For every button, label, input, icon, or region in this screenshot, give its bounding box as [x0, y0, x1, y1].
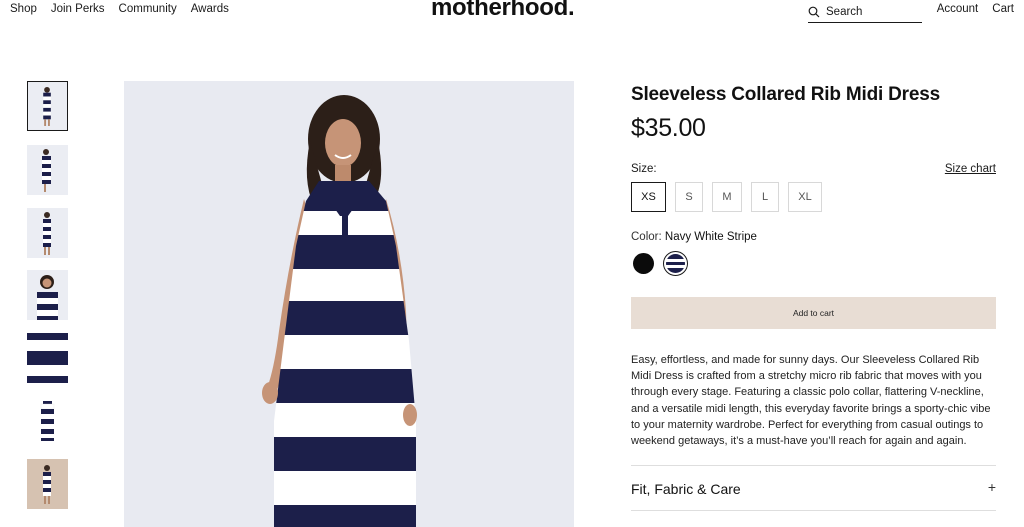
thumbnail-flat-lay[interactable] [27, 396, 68, 446]
color-swatches [631, 251, 688, 276]
site-header: Shop Join Perks Community Awards motherh… [0, 0, 1024, 24]
thumbnail-image [28, 82, 67, 130]
swatch-navy-white-stripe[interactable] [663, 251, 688, 276]
main-product-image[interactable] [124, 81, 574, 527]
thumbnail-image [27, 208, 68, 258]
thumbnail-lifestyle[interactable] [27, 459, 68, 509]
accordion-fit-fabric-care[interactable]: Fit, Fabric & Care + [631, 466, 996, 510]
search-label: Search [826, 5, 863, 18]
accordion-label: Fit, Fabric & Care [631, 481, 741, 497]
nav-community[interactable]: Community [119, 3, 177, 15]
brand-logo-text: motherhood [431, 0, 568, 21]
size-option-s[interactable]: S [675, 182, 703, 212]
selected-color-name: Navy White Stripe [664, 231, 757, 243]
add-to-cart-button[interactable]: Add to cart [631, 297, 996, 329]
thumbnail-fabric-detail[interactable] [27, 333, 68, 383]
divider [631, 510, 996, 511]
nav-account[interactable]: Account [937, 3, 979, 15]
size-chart-link[interactable]: Size chart [945, 163, 996, 175]
brand-logo[interactable]: motherhood. [431, 0, 575, 22]
thumbnail-image [27, 459, 68, 509]
nav-join-perks[interactable]: Join Perks [51, 3, 105, 15]
stripe-swatch-icon [666, 254, 685, 273]
color-label-prefix: Color: [631, 231, 662, 243]
thumbnail-image [27, 145, 68, 195]
size-selector: XS S M L XL [631, 182, 831, 212]
product-title: Sleeveless Collared Rib Midi Dress [631, 84, 940, 105]
size-option-xl[interactable]: XL [788, 182, 822, 212]
search-field[interactable]: Search [808, 1, 922, 23]
size-option-xs[interactable]: XS [631, 182, 666, 212]
thumbnail-image [27, 333, 68, 383]
primary-nav: Shop Join Perks Community Awards [10, 3, 243, 15]
product-photo-model [124, 81, 574, 527]
thumbnail-image [27, 396, 68, 446]
size-option-l[interactable]: L [751, 182, 779, 212]
size-option-m[interactable]: M [712, 182, 742, 212]
thumbnail-full-front[interactable] [27, 81, 68, 131]
thumbnail-upper-body[interactable] [27, 270, 68, 320]
color-label: Color: Navy White Stripe [631, 231, 757, 243]
plus-icon: + [987, 479, 996, 495]
product-description: Easy, effortless, and made for sunny day… [631, 354, 991, 448]
search-icon [808, 6, 820, 17]
nav-shop[interactable]: Shop [10, 3, 37, 15]
utility-nav: Account Cart [923, 3, 1014, 15]
nav-cart[interactable]: Cart [992, 3, 1014, 15]
thumbnail-full-back[interactable] [27, 208, 68, 258]
thumbnail-image [27, 270, 68, 320]
swatch-black[interactable] [633, 253, 654, 274]
thumbnail-full-side[interactable] [27, 145, 68, 195]
product-price: $35.00 [631, 114, 706, 142]
size-label: Size: [631, 163, 657, 175]
nav-awards[interactable]: Awards [191, 3, 229, 15]
